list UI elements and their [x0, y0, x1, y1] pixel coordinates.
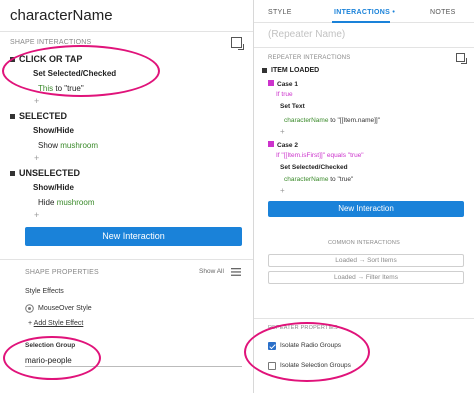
- tab-style[interactable]: STYLE: [268, 9, 292, 16]
- tab-interactions[interactable]: INTERACTIONS •: [334, 9, 395, 16]
- add-action-button[interactable]: +: [280, 186, 285, 195]
- event-item-loaded[interactable]: ITEM LOADED: [262, 67, 319, 74]
- case-2[interactable]: Case 2: [268, 141, 298, 149]
- event-bullet-icon: [10, 113, 15, 119]
- event-bullet-icon: [262, 68, 267, 73]
- divider: [0, 31, 253, 32]
- event-selected[interactable]: SELECTED: [10, 111, 67, 121]
- event-bullet-icon: [10, 170, 15, 176]
- shape-name-title[interactable]: characterName: [10, 7, 113, 24]
- shape-properties-header: SHAPE PROPERTIES: [25, 269, 99, 276]
- mouseover-style-item[interactable]: MouseOver Style: [38, 305, 92, 312]
- action-detail[interactable]: Show mushroom: [38, 141, 98, 150]
- mouseover-icon: [25, 304, 34, 313]
- add-style-effect-link[interactable]: + Add Style Effect: [28, 320, 83, 327]
- action-set-text[interactable]: Set Text: [280, 103, 305, 110]
- common-interactions-header: COMMON INTERACTIONS: [328, 240, 400, 246]
- action-detail[interactable]: Hide mushroom: [38, 198, 94, 207]
- case-1-condition[interactable]: If true: [276, 91, 293, 98]
- divider: [0, 259, 253, 260]
- action-detail[interactable]: characterName to "[[Item.name]]": [284, 117, 380, 124]
- action-show-hide[interactable]: Show/Hide: [33, 183, 74, 192]
- tab-notes[interactable]: NOTES: [430, 9, 456, 16]
- case-2-condition[interactable]: If "[[Item.isFirst]]" equals "true": [276, 152, 364, 159]
- repeater-name-input[interactable]: (Repeater Name): [268, 29, 345, 40]
- repeater-interactions-header: REPEATER INTERACTIONS: [268, 55, 351, 61]
- case-icon: [268, 141, 274, 147]
- expand-icon[interactable]: [456, 53, 467, 64]
- add-action-button[interactable]: +: [280, 127, 285, 136]
- loaded-sort-items-button[interactable]: Loaded → Sort Items: [268, 254, 464, 267]
- add-action-button[interactable]: +: [34, 96, 39, 106]
- case-1[interactable]: Case 1: [268, 80, 298, 88]
- add-action-button[interactable]: +: [34, 153, 39, 163]
- divider: [254, 47, 474, 48]
- highlight-ellipse: [2, 45, 160, 97]
- loaded-filter-items-button[interactable]: Loaded → Filter Items: [268, 271, 464, 284]
- highlight-ellipse: [3, 336, 101, 380]
- action-show-hide[interactable]: Show/Hide: [33, 126, 74, 135]
- add-action-button[interactable]: +: [34, 210, 39, 220]
- action-detail[interactable]: characterName to "true": [284, 176, 353, 183]
- case-icon: [268, 80, 274, 86]
- highlight-ellipse: [244, 322, 370, 382]
- event-unselected[interactable]: UNSELECTED: [10, 168, 80, 178]
- new-interaction-button[interactable]: New Interaction: [25, 227, 242, 246]
- active-tab-underline: [332, 21, 390, 23]
- style-effects-label: Style Effects: [25, 288, 64, 295]
- expand-icon[interactable]: [231, 37, 244, 50]
- show-all-link[interactable]: Show All: [199, 268, 224, 275]
- divider: [254, 318, 474, 319]
- new-interaction-button[interactable]: New Interaction: [268, 201, 464, 217]
- action-set-selected[interactable]: Set Selected/Checked: [280, 164, 348, 171]
- menu-icon[interactable]: [231, 268, 241, 276]
